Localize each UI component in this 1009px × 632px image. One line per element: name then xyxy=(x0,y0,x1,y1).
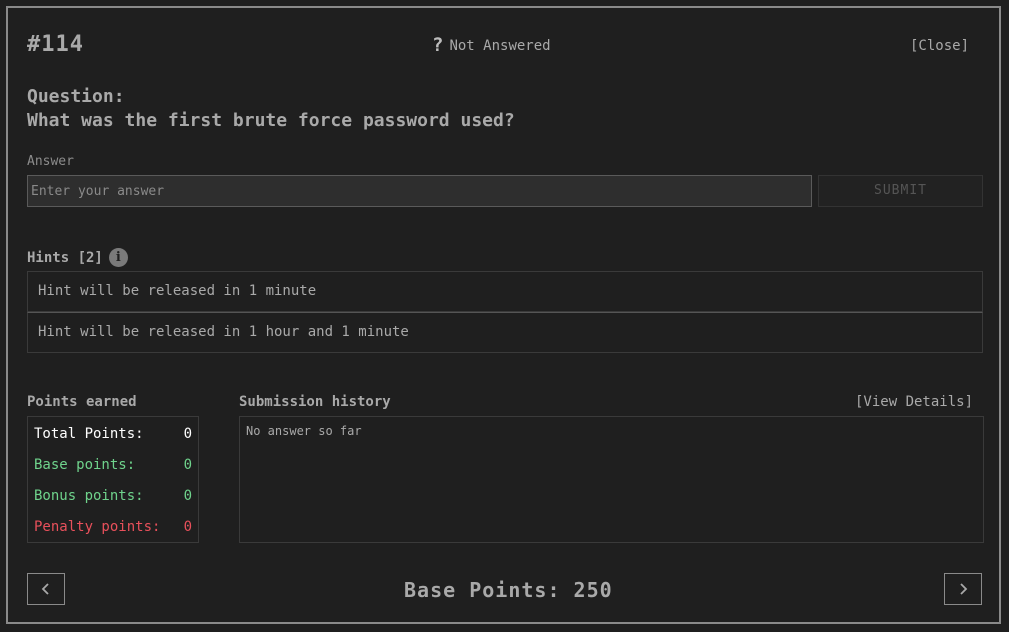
submit-button[interactable]: SUBMIT xyxy=(818,175,983,207)
previous-question-button[interactable] xyxy=(27,573,65,605)
base-points-label: Base points: xyxy=(34,457,136,473)
total-points-label: Total Points: xyxy=(34,426,144,442)
submission-history-panel: No answer so far xyxy=(239,416,984,543)
base-points-display: Base Points: 250 xyxy=(404,578,613,602)
base-points-row: Base points: 0 xyxy=(28,450,198,481)
bonus-points-label: Bonus points: xyxy=(34,488,144,504)
points-earned-title: Points earned xyxy=(27,394,137,410)
answer-label: Answer xyxy=(27,154,74,169)
bonus-points-row: Bonus points: 0 xyxy=(28,481,198,512)
info-icon[interactable]: i xyxy=(108,248,128,267)
total-points-value: 0 xyxy=(183,426,192,442)
question-label: Question: xyxy=(27,86,125,107)
base-points-value: 0 xyxy=(183,457,192,473)
total-points-row: Total Points: 0 xyxy=(28,419,198,450)
hints-title: Hints [2] xyxy=(27,249,103,266)
answer-status: ? Not Answered xyxy=(432,36,551,55)
hint-item: Hint will be released in 1 hour and 1 mi… xyxy=(27,312,983,353)
question-text: What was the first brute force password … xyxy=(27,110,515,131)
close-button[interactable]: [Close] xyxy=(910,38,969,54)
penalty-points-value: 0 xyxy=(183,519,192,535)
question-modal: #114 ? Not Answered [Close] Question: Wh… xyxy=(6,6,1001,624)
submission-history-title: Submission history xyxy=(239,394,391,410)
bonus-points-value: 0 xyxy=(183,488,192,504)
penalty-points-row: Penalty points: 0 xyxy=(28,512,198,543)
view-details-link[interactable]: [View Details] xyxy=(855,394,973,410)
hints-list: Hint will be released in 1 minute Hint w… xyxy=(27,271,983,353)
history-empty-text: No answer so far xyxy=(246,424,362,438)
answer-input[interactable] xyxy=(27,175,812,207)
penalty-points-label: Penalty points: xyxy=(34,519,161,535)
question-mark-icon: ? xyxy=(432,34,444,56)
next-question-button[interactable] xyxy=(944,573,982,605)
points-earned-panel: Total Points: 0 Base points: 0 Bonus poi… xyxy=(27,416,199,543)
hint-item: Hint will be released in 1 minute xyxy=(27,271,983,312)
question-id: #114 xyxy=(27,32,84,57)
chevron-left-icon xyxy=(41,582,49,595)
chevron-right-icon xyxy=(960,582,968,595)
hints-header: Hints [2] i xyxy=(27,248,128,267)
status-text: Not Answered xyxy=(449,37,551,54)
